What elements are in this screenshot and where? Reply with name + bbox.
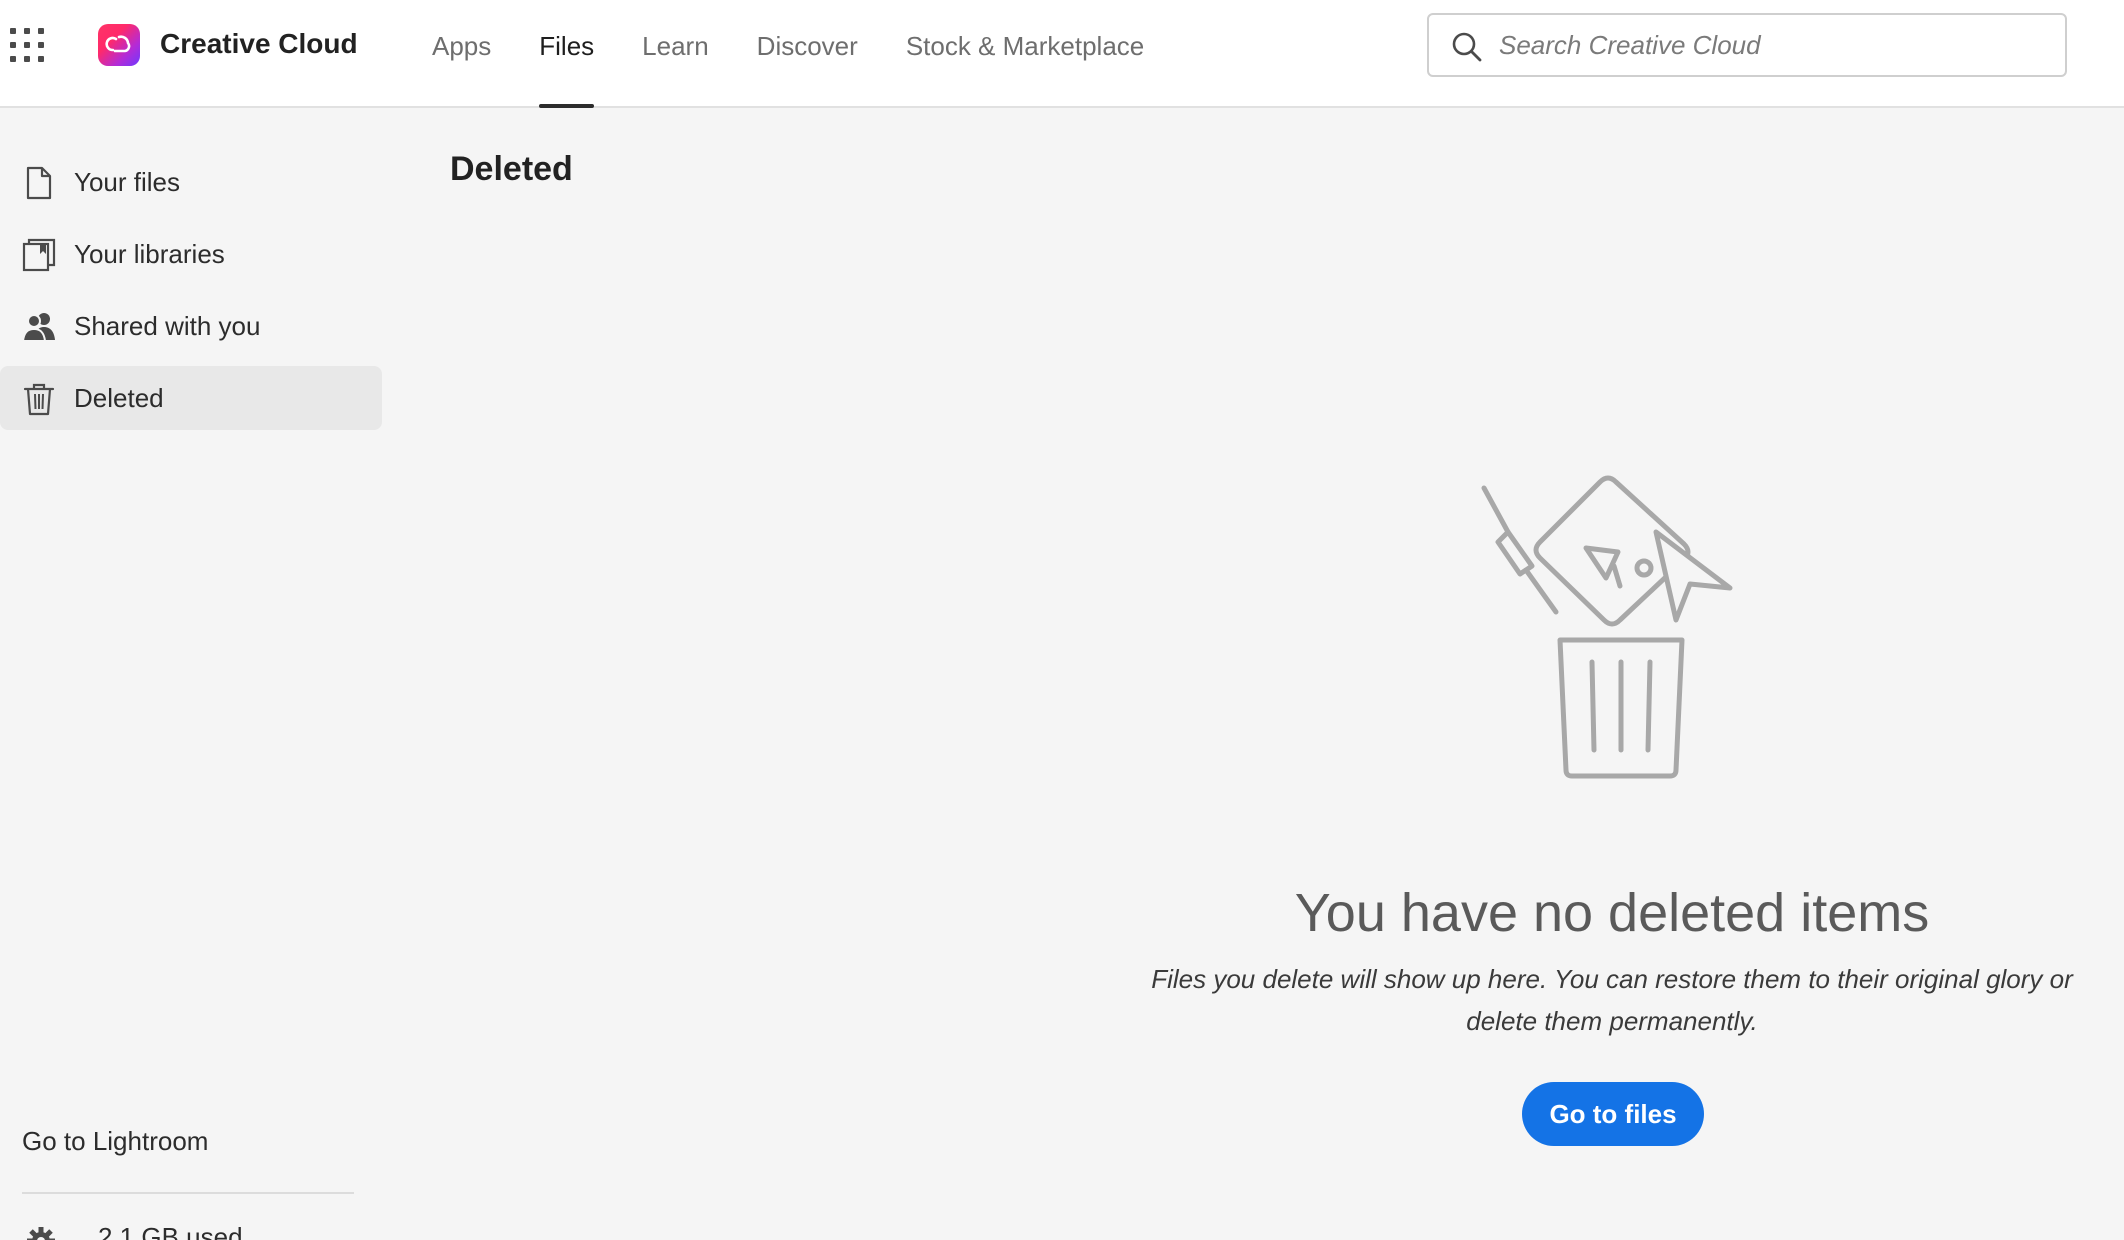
top-header: Creative Cloud Apps Files Learn Discover…	[0, 0, 2124, 108]
gear-icon	[27, 1227, 55, 1240]
sidebar-item-deleted[interactable]: Deleted	[0, 366, 382, 430]
nav-apps[interactable]: Apps	[432, 0, 491, 108]
go-to-files-button[interactable]: Go to files	[1522, 1082, 1704, 1146]
empty-state-heading: You have no deleted items	[1294, 883, 1930, 943]
search-input[interactable]	[1499, 25, 2039, 65]
sidebar-divider	[22, 1192, 354, 1194]
sidebar-item-label: Shared with you	[74, 310, 261, 341]
brand-name[interactable]: Creative Cloud	[160, 28, 358, 60]
app-switcher-icon[interactable]	[10, 28, 44, 62]
go-to-lightroom-link[interactable]: Go to Lightroom	[22, 1126, 208, 1157]
sidebar-item-shared-with-you[interactable]: Shared with you	[0, 294, 382, 358]
main-nav: Apps Files Learn Discover Stock & Market…	[432, 0, 1192, 108]
creative-cloud-logo-icon[interactable]	[98, 24, 140, 66]
people-icon	[22, 313, 55, 342]
sidebar-item-label: Your files	[74, 166, 180, 197]
trash-with-items-icon	[1481, 475, 1733, 779]
search-icon	[1452, 32, 1482, 62]
nav-files[interactable]: Files	[539, 0, 594, 108]
file-icon	[26, 166, 52, 200]
storage-text: 2.1 GB used	[98, 1222, 243, 1240]
sidebar-item-your-files[interactable]: Your files	[0, 150, 382, 214]
search-box[interactable]	[1427, 13, 2067, 77]
sidebar-item-label: Deleted	[74, 382, 164, 413]
sidebar-item-label: Your libraries	[74, 238, 225, 269]
trash-icon	[23, 383, 55, 416]
nav-discover[interactable]: Discover	[757, 0, 858, 108]
empty-state-description: Files you delete will show up here. You …	[1151, 964, 2073, 1036]
libraries-icon	[22, 238, 56, 272]
sidebar-item-your-libraries[interactable]: Your libraries	[0, 222, 382, 286]
nav-learn[interactable]: Learn	[642, 0, 709, 108]
nav-stock-marketplace[interactable]: Stock & Marketplace	[906, 0, 1144, 108]
page-title: Deleted	[450, 150, 573, 188]
